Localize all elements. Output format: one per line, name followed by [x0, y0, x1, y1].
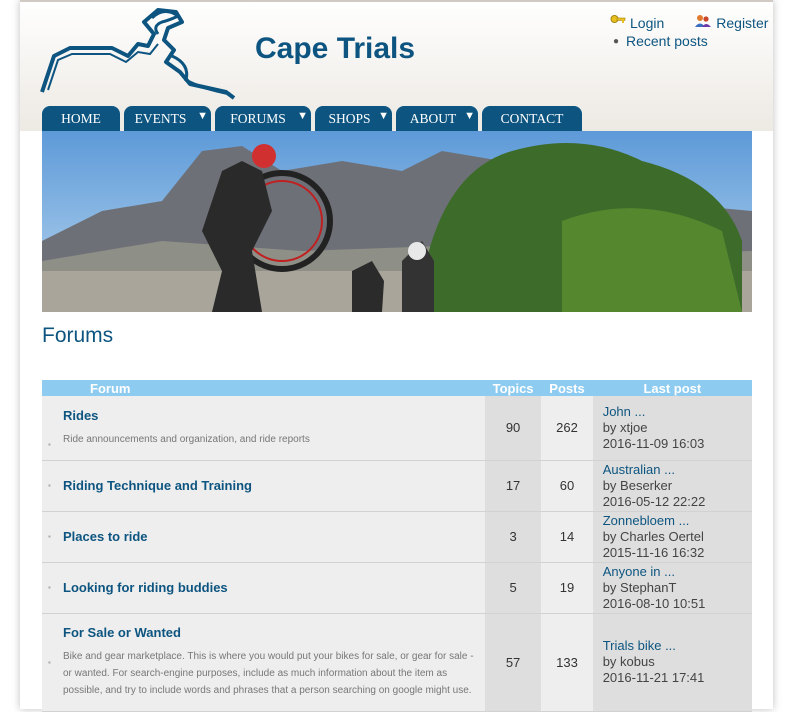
register-link[interactable]: Register: [716, 15, 768, 31]
main-nav: HOME EVENTS ▼ FORUMS ▼ SHOPS ▼ ABOUT ▼ CONTA…: [42, 106, 582, 131]
login-link[interactable]: Login: [630, 15, 664, 31]
last-post-cell: Zonnebloem ... by Charles Oertel 2015-11…: [592, 511, 752, 563]
key-icon: [610, 14, 626, 31]
bullet-icon: ▪: [48, 657, 51, 667]
users-icon: [694, 14, 712, 31]
dropdown-arrow-icon: ▼: [297, 110, 308, 122]
recent-posts-link[interactable]: Recent posts: [626, 33, 708, 49]
last-post-link[interactable]: Zonnebloem ...: [603, 513, 690, 528]
posts-count: 60: [541, 460, 593, 512]
last-post-cell: Anyone in ... by StephanT 2016-08-10 10:…: [592, 562, 752, 614]
last-post-date: 2016-11-21 17:41: [602, 670, 705, 685]
table-header-row: Forum Topics Posts Last post: [42, 380, 752, 396]
dropdown-arrow-icon: ▼: [464, 110, 475, 122]
table-row: ▪ Riding Technique and Training 17 60 Au…: [42, 460, 752, 512]
user-links: Login Register ● Recent posts: [610, 14, 768, 49]
last-post-date: 2016-05-12 22:22: [602, 493, 706, 509]
forum-cell: ▪ Riding Technique and Training: [42, 460, 485, 512]
last-post-link[interactable]: Australian ...: [603, 462, 675, 477]
col-forum-header: Forum: [42, 380, 485, 396]
forum-link[interactable]: Places to ride: [63, 529, 474, 544]
page-title: Forums: [42, 324, 114, 347]
table-row: ▪ Places to ride 3 14 Zonnebloem ... by …: [42, 511, 752, 563]
nav-about[interactable]: ABOUT ▼: [396, 106, 478, 131]
nav-label: ABOUT: [409, 110, 457, 126]
table-row: ▪ Looking for riding buddies 5 19 Anyone…: [42, 562, 752, 614]
last-post-author: by Charles Oertel: [602, 528, 704, 544]
nav-label: EVENTS: [134, 110, 187, 126]
last-post-date: 2015-11-16 16:32: [602, 544, 705, 560]
forum-cell: ▪ Looking for riding buddies: [42, 562, 485, 614]
table-row: ▪ For Sale or Wanted Bike and gear marke…: [42, 613, 752, 712]
last-post-date: 2016-08-10 10:51: [602, 595, 706, 611]
nav-label: HOME: [61, 110, 101, 126]
header-top-line: [20, 0, 773, 2]
nav-shops[interactable]: SHOPS ▼: [315, 106, 392, 131]
forum-table: Forum Topics Posts Last post ▪ Rides Rid…: [42, 380, 752, 712]
posts-count: 262: [541, 396, 593, 461]
topics-count: 3: [484, 511, 542, 563]
posts-count: 19: [541, 562, 593, 614]
nav-contact[interactable]: CONTACT: [482, 106, 582, 131]
col-last-post-header: Last post: [592, 380, 752, 396]
col-topics-header: Topics: [484, 380, 542, 396]
nav-forums[interactable]: FORUMS ▼: [215, 106, 311, 131]
last-post-cell: Australian ... by Beserker 2016-05-12 22…: [592, 460, 752, 512]
bullet-icon: ▪: [48, 531, 51, 541]
dropdown-arrow-icon: ▼: [197, 110, 208, 122]
forum-link[interactable]: For Sale or Wanted: [63, 625, 474, 640]
posts-count: 133: [541, 613, 593, 712]
forum-link[interactable]: Riding Technique and Training: [63, 478, 474, 493]
forum-link[interactable]: Rides: [63, 408, 474, 423]
forum-description: Ride announcements and organization, and…: [63, 433, 310, 445]
bullet-icon: ●: [612, 35, 620, 47]
recent-row: ● Recent posts: [610, 33, 768, 49]
last-post-link[interactable]: John ...: [603, 404, 646, 419]
topics-count: 57: [484, 613, 542, 712]
bullet-icon: ▪: [48, 480, 51, 490]
forum-link[interactable]: Looking for riding buddies: [63, 580, 474, 595]
nav-events[interactable]: EVENTS ▼: [124, 106, 211, 131]
forum-description: Bike and gear marketplace. This is where…: [63, 651, 474, 696]
last-post-author: by Beserker: [602, 477, 673, 493]
forum-cell: ▪ Places to ride: [42, 511, 485, 563]
last-post-date: 2016-11-09 16:03: [602, 435, 705, 451]
hero-banner-image: [42, 131, 752, 312]
page-frame: Cape Trials Login Register ● Recent post…: [20, 0, 773, 712]
topics-count: 5: [484, 562, 542, 614]
nav-label: CONTACT: [500, 110, 564, 126]
topics-count: 17: [484, 460, 542, 512]
last-post-author: by xtjoe: [602, 419, 648, 435]
nav-home[interactable]: HOME: [42, 106, 120, 131]
topics-count: 90: [484, 396, 542, 461]
posts-count: 14: [541, 511, 593, 563]
dropdown-arrow-icon: ▼: [378, 110, 389, 122]
last-post-cell: Trials bike ... by kobus 2016-11-21 17:4…: [592, 613, 752, 712]
site-logo[interactable]: [40, 4, 236, 100]
nav-label: SHOPS: [328, 110, 371, 126]
last-post-author: by kobus: [602, 654, 655, 669]
last-post-link[interactable]: Anyone in ...: [603, 564, 675, 579]
last-post-link[interactable]: Trials bike ...: [603, 638, 676, 653]
site-title[interactable]: Cape Trials: [255, 32, 415, 66]
nav-label: FORUMS: [230, 110, 286, 126]
forum-cell: ▪ Rides Ride announcements and organizat…: [42, 396, 485, 461]
last-post-author: by StephanT: [602, 579, 677, 595]
forum-cell: ▪ For Sale or Wanted Bike and gear marke…: [42, 613, 485, 712]
col-posts-header: Posts: [541, 380, 593, 396]
last-post-cell: John ... by xtjoe 2016-11-09 16:03: [592, 396, 752, 461]
table-row: ▪ Rides Ride announcements and organizat…: [42, 396, 752, 461]
bullet-icon: ▪: [48, 582, 51, 592]
user-links-row: Login Register: [610, 14, 768, 31]
bullet-icon: ▪: [48, 440, 51, 449]
